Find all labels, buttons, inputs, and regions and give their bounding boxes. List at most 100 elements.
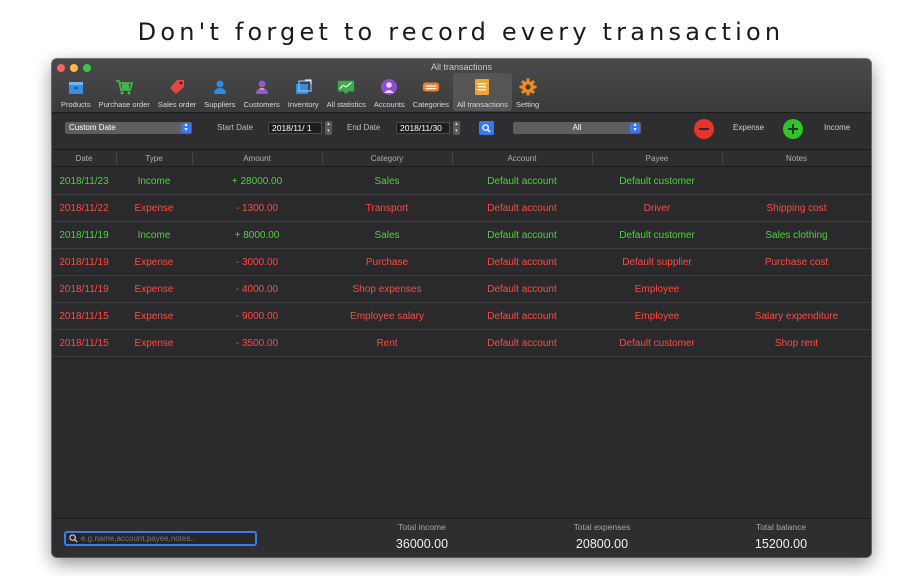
transactions-list-icon <box>473 78 491 96</box>
filter-search-button[interactable] <box>479 121 494 135</box>
toolbar-label: All statistics <box>326 100 366 109</box>
cell-payee: Employee <box>634 284 680 295</box>
statistics-chart-icon <box>337 78 355 96</box>
cell-account: Default account <box>487 257 557 268</box>
shopping-cart-icon <box>115 78 134 96</box>
price-tag-icon <box>168 78 186 96</box>
toolbar-categories[interactable]: Categories <box>409 73 453 111</box>
table-row[interactable]: 2018/11/15 Expense - 9000.00 Employee salar… <box>52 303 871 330</box>
toolbar-label: Inventory <box>287 100 319 109</box>
cell-date: 2018/11/19 <box>59 257 109 268</box>
toolbar-label: All transactions <box>456 100 508 109</box>
cell-notes: Shipping cost <box>766 203 827 214</box>
table-row[interactable]: 2018/11/19 Expense - 3000.00 Purchase Defaul… <box>52 249 871 276</box>
cell-type: Income <box>137 176 171 187</box>
footer-bar: Total income 36000.00 Total expenses 208… <box>52 518 871 557</box>
toolbar-inventory[interactable]: Inventory <box>284 73 323 111</box>
cell-category: Sales <box>374 176 400 187</box>
cell-type: Expense <box>134 311 174 322</box>
type-filter-select[interactable]: All ▴ ▾ <box>513 122 641 134</box>
column-header-notes[interactable]: Notes <box>722 154 871 163</box>
total-balance-label: Total balance <box>755 522 807 532</box>
toolbar-label: Suppliers <box>204 100 236 109</box>
date-range-select[interactable]: Custom Date ▴ ▾ <box>65 122 192 134</box>
date-range-value: Custom Date <box>69 123 116 132</box>
cell-type: Income <box>137 230 171 241</box>
promo-headline: Don't forget to record every transaction <box>137 18 785 46</box>
cell-amount: - 9000.00 <box>235 311 279 322</box>
select-arrows-icon: ▴ ▾ <box>630 122 640 133</box>
cell-type: Expense <box>134 257 174 268</box>
add-expense-button[interactable] <box>694 119 714 139</box>
toolbar-label: Products <box>61 100 91 109</box>
cell-date: 2018/11/19 <box>59 230 109 241</box>
end-date-field[interactable]: 2018/11/30 <box>396 122 450 134</box>
cell-category: Sales <box>374 230 400 241</box>
cell-amount: + 8000.00 <box>234 230 280 241</box>
start-date-field[interactable]: 2018/11/ 1 <box>268 122 322 134</box>
end-date-stepper[interactable]: ▴ ▾ <box>453 121 460 135</box>
cell-account: Default account <box>487 203 557 214</box>
plus-icon <box>788 124 798 134</box>
cell-date: 2018/11/19 <box>59 284 109 295</box>
table-row[interactable]: 2018/11/23 Income + 28000.00 Sales Default a… <box>52 168 871 195</box>
cell-payee: Default customer <box>619 338 695 349</box>
cell-category: Rent <box>376 338 398 349</box>
cell-account: Default account <box>487 230 557 241</box>
customers-icon <box>253 78 271 96</box>
cell-payee: Employee <box>634 311 680 322</box>
add-income-button[interactable] <box>783 119 803 139</box>
toolbar-products[interactable]: Products <box>57 73 95 111</box>
table-row[interactable]: 2018/11/19 Income + 8000.00 Sales Default ac… <box>52 222 871 249</box>
cell-type: Expense <box>134 284 174 295</box>
cell-notes: Shop rent <box>774 338 819 349</box>
cell-amount: - 1300.00 <box>235 203 279 214</box>
table-row[interactable]: 2018/11/15 Expense - 3500.00 Rent Default ac… <box>52 330 871 357</box>
start-date-stepper[interactable]: ▴ ▾ <box>325 121 332 135</box>
cell-amount: - 3500.00 <box>235 338 279 349</box>
cell-amount: - 3000.00 <box>235 257 279 268</box>
supplier-person-icon <box>211 78 229 96</box>
toolbar-label: Accounts <box>373 100 405 109</box>
products-icon <box>67 78 85 96</box>
column-header-payee[interactable]: Payee <box>592 154 722 163</box>
column-header-type[interactable]: Type <box>116 154 192 163</box>
title-bar: All transactions Products Purchase order… <box>52 59 871 113</box>
cell-category: Employee salary <box>350 311 424 322</box>
magnifier-icon <box>482 123 491 133</box>
cell-payee: Default customer <box>619 230 695 241</box>
cell-account: Default account <box>487 284 557 295</box>
search-input[interactable] <box>81 534 251 543</box>
toolbar-all-statistics[interactable]: All statistics <box>323 73 370 111</box>
cell-amount: + 28000.00 <box>231 176 283 187</box>
accounts-icon <box>380 78 398 96</box>
column-header-category[interactable]: Category <box>322 154 452 163</box>
toolbar-suppliers[interactable]: Suppliers <box>200 73 239 111</box>
cell-payee: Default customer <box>619 176 695 187</box>
cell-amount: - 4000.00 <box>235 284 279 295</box>
cell-date: 2018/11/15 <box>59 311 109 322</box>
cell-date: 2018/11/15 <box>59 338 109 349</box>
cell-type: Expense <box>134 203 174 214</box>
cell-account: Default account <box>487 176 557 187</box>
cell-type: Expense <box>134 338 174 349</box>
column-header-amount[interactable]: Amount <box>192 154 322 163</box>
cell-account: Default account <box>487 338 557 349</box>
toolbar-accounts[interactable]: Accounts <box>370 73 409 111</box>
select-arrows-icon: ▴ ▾ <box>181 122 191 133</box>
end-date-label: End Date <box>347 123 381 132</box>
type-filter-value: All <box>572 123 582 132</box>
toolbar-sales-order[interactable]: Sales order <box>154 73 200 111</box>
column-header-account[interactable]: Account <box>452 154 592 163</box>
cell-date: 2018/11/23 <box>59 176 109 187</box>
toolbar-all-transactions[interactable]: All transactions <box>452 73 512 111</box>
toolbar-label: Purchase order <box>98 100 150 109</box>
filter-bar: Custom Date ▴ ▾ Start Date 2018/11/ 1 ▴ ▾ … <box>52 114 871 150</box>
table-row[interactable]: 2018/11/19 Expense - 4000.00 Shop expenses D… <box>52 276 871 303</box>
table-row[interactable]: 2018/11/22 Expense - 1300.00 Transport Defau… <box>52 195 871 222</box>
search-field[interactable] <box>64 531 257 546</box>
column-header-date[interactable]: Date <box>52 154 116 163</box>
toolbar-setting[interactable]: Setting <box>512 73 543 111</box>
toolbar-purchase-order[interactable]: Purchase order <box>95 73 154 111</box>
toolbar-customers[interactable]: Customers <box>240 73 284 111</box>
